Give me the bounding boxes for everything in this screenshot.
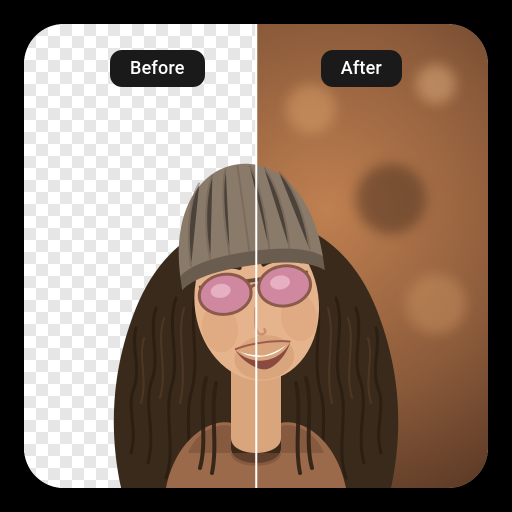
app-frame: Before After (8, 8, 504, 504)
bokeh-spot (416, 64, 456, 104)
before-after-comparison: Before After (24, 24, 488, 488)
split-divider (255, 24, 257, 488)
after-label-badge: After (321, 50, 402, 87)
before-label-badge: Before (110, 50, 205, 87)
